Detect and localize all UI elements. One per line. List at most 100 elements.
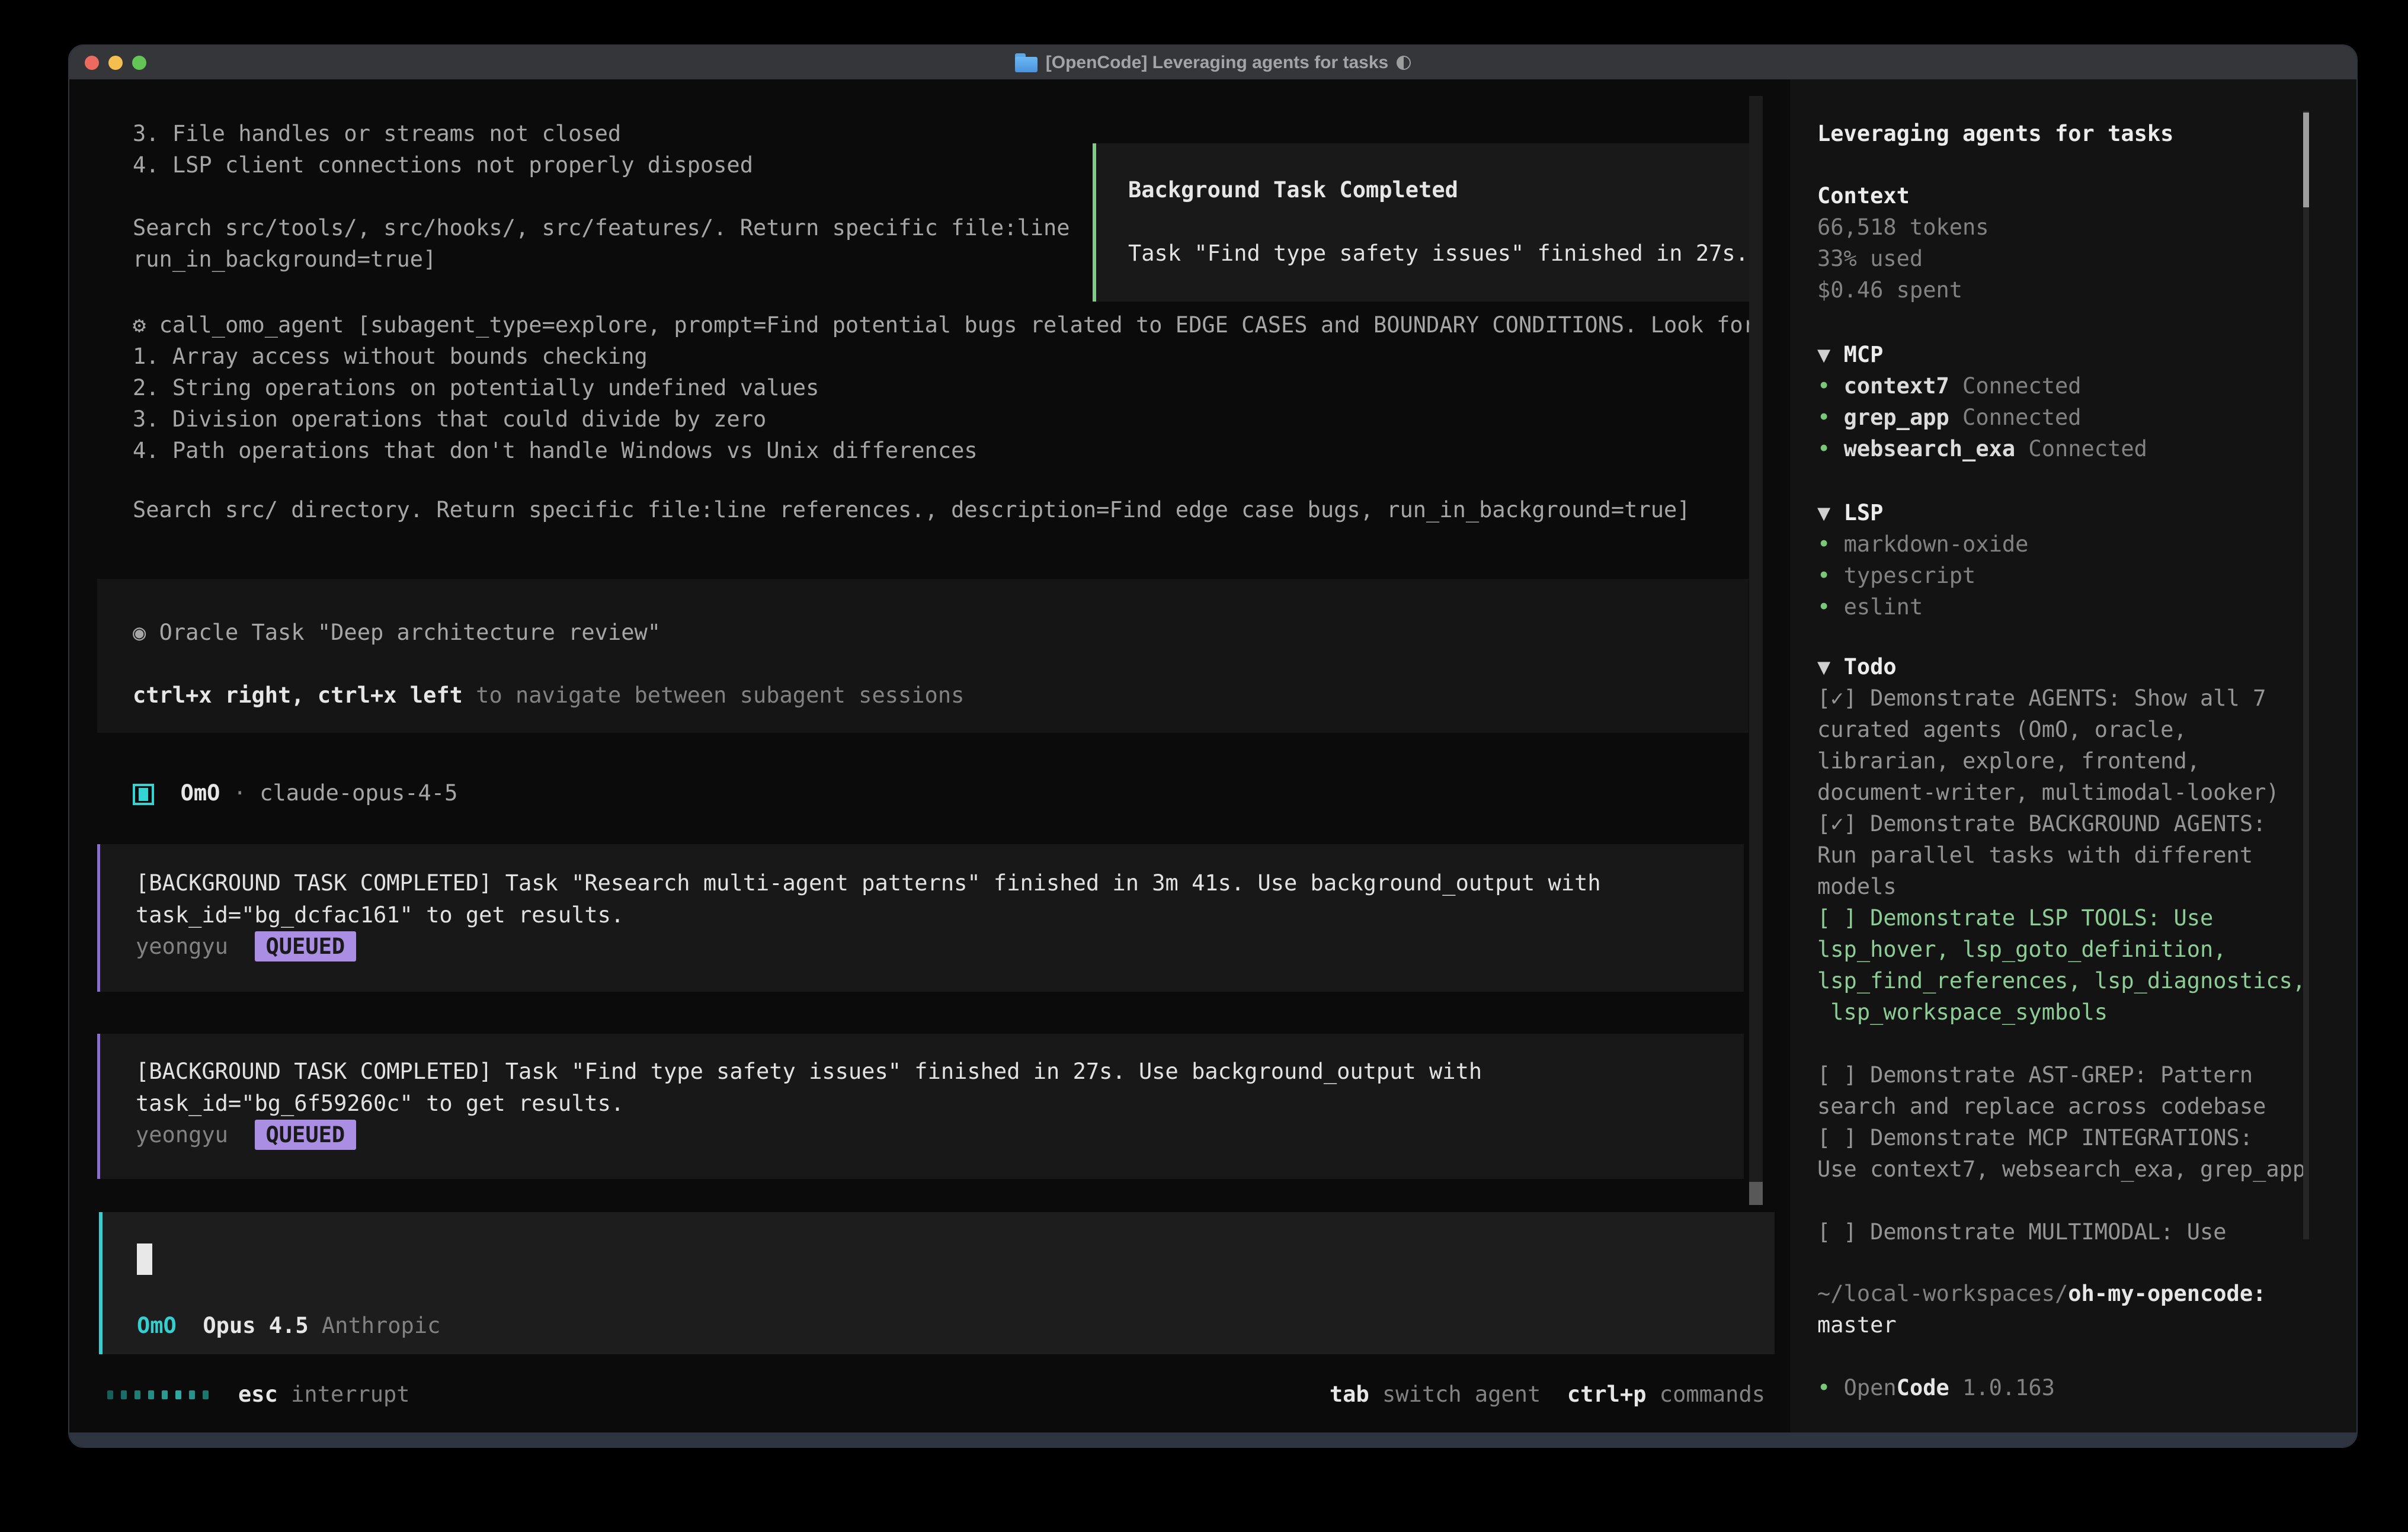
collapse-triangle-icon: ▼ xyxy=(1817,500,1844,525)
tool-call-item: 2. String operations on potentially unde… xyxy=(133,372,819,403)
tool-call-footer: Search src/ directory. Return specific f… xyxy=(133,494,1690,525)
todo-line: lsp_hover, lsp_goto_definition, xyxy=(1817,934,2227,965)
statusbar-left: esc interrupt xyxy=(238,1379,410,1410)
hint-text: to navigate between subagent sessions xyxy=(463,682,964,708)
input-footer: OmO Opus 4.5 Anthropic xyxy=(137,1310,440,1341)
window-titlebar: [OpenCode] Leveraging agents for tasks xyxy=(69,46,2356,79)
gear-icon: ⚙ xyxy=(133,312,146,338)
spinner-dot xyxy=(175,1390,181,1399)
todo-line: lsp_workspace_symbols xyxy=(1817,996,2108,1028)
tab-label: switch agent xyxy=(1369,1382,1567,1407)
ctrlp-label: commands xyxy=(1647,1382,1765,1407)
git-branch: master xyxy=(1817,1309,1897,1341)
input-agent: OmO xyxy=(137,1313,177,1338)
status-dot-icon: • xyxy=(1817,373,1844,399)
spinner-dot xyxy=(148,1390,154,1399)
agent-header: OmO · claude-opus-4-5 xyxy=(133,777,457,809)
window-bottom-strip xyxy=(69,1432,2356,1447)
scrollback-line: Search src/tools/, src/hooks/, src/featu… xyxy=(133,212,1070,243)
session-sidebar: Leveraging agents for tasks Context 66,5… xyxy=(1790,79,2356,1432)
collapse-triangle-icon: ▼ xyxy=(1817,654,1844,680)
chat-scrollbar-track[interactable] xyxy=(1749,96,1763,1205)
zoom-button[interactable] xyxy=(132,56,146,70)
scrollback-line: 4. LSP client connections not properly d… xyxy=(133,149,753,181)
todo-line: [ ] Demonstrate MULTIMODAL: Use xyxy=(1817,1216,2227,1248)
todo-line: Run parallel tasks with different xyxy=(1817,839,2253,871)
task-message: [BACKGROUND TASK COMPLETED] Task "Find t… xyxy=(97,1034,1744,1179)
tool-call-item: 3. Division operations that could divide… xyxy=(133,403,766,435)
status-dot-icon: • xyxy=(1817,405,1844,430)
scrollback-line: run_in_background=true] xyxy=(133,243,436,275)
prompt-input[interactable]: OmO Opus 4.5 Anthropic xyxy=(99,1212,1775,1354)
sidebar-scrollbar-track[interactable] xyxy=(2303,111,2309,1239)
todo-line: Use context7, websearch_exa, grep_app xyxy=(1817,1153,2305,1185)
agent-name: OmO xyxy=(181,780,220,806)
status-badge: QUEUED xyxy=(255,1120,357,1150)
mcp-item: • grep_app Connected xyxy=(1817,402,2082,433)
todo-line: librarian, explore, frontend, xyxy=(1817,745,2200,777)
input-model[interactable]: Opus 4.5 xyxy=(203,1313,308,1338)
spinner-dot xyxy=(107,1390,113,1399)
progress-spinner xyxy=(107,1387,209,1402)
lsp-item: • typescript xyxy=(1817,560,1975,591)
statusbar-right: tab switch agent ctrl+p commands xyxy=(1330,1379,1765,1410)
task-line: [BACKGROUND TASK COMPLETED] Task "Resear… xyxy=(136,867,1601,899)
spinner-dot xyxy=(203,1390,209,1399)
status-dot-icon: • xyxy=(1817,436,1844,461)
agent-square-icon xyxy=(133,784,154,805)
folder-icon xyxy=(1015,53,1038,72)
separator-dot: · xyxy=(233,780,246,806)
todo-line: curated agents (OmO, oracle, xyxy=(1817,714,2187,745)
context-heading: Context xyxy=(1817,180,1910,211)
context-tokens: 66,518 tokens xyxy=(1817,211,1989,243)
mcp-item: • context7 Connected xyxy=(1817,370,2082,402)
status-dot-icon: • xyxy=(1817,594,1844,620)
mcp-section-header[interactable]: ▼ MCP xyxy=(1817,339,1883,370)
chat-pane: 3. File handles or streams not closed 4.… xyxy=(69,79,1790,1432)
username: yeongyu xyxy=(136,934,228,959)
status-dot-icon: • xyxy=(1817,1375,1844,1400)
oracle-title: ◉ Oracle Task "Deep architecture review" xyxy=(133,617,661,648)
todo-line: search and replace across codebase xyxy=(1817,1091,2266,1122)
close-button[interactable] xyxy=(85,56,99,70)
hint-keys: ctrl+x right, ctrl+x left xyxy=(133,682,463,708)
lsp-section-header[interactable]: ▼ LSP xyxy=(1817,497,1883,528)
spinner-dot xyxy=(189,1390,195,1399)
session-title: Leveraging agents for tasks xyxy=(1817,118,2173,149)
window-title-group: [OpenCode] Leveraging agents for tasks xyxy=(1015,53,1411,73)
agent-model: claude-opus-4-5 xyxy=(260,780,457,806)
task-line: [BACKGROUND TASK COMPLETED] Task "Find t… xyxy=(136,1056,1482,1087)
todo-line: [ ] Demonstrate LSP TOOLS: Use xyxy=(1817,902,2213,934)
todo-line: lsp_find_references, lsp_diagnostics, xyxy=(1817,965,2305,996)
oracle-task-panel: ◉ Oracle Task "Deep architecture review"… xyxy=(97,579,1749,733)
desktop: [OpenCode] Leveraging agents for tasks 3… xyxy=(0,0,2408,1532)
chat-scrollbar-thumb[interactable] xyxy=(1749,1182,1763,1205)
sidebar-scrollbar-thumb[interactable] xyxy=(2303,113,2309,207)
todo-line: [ ] Demonstrate AST-GREP: Pattern xyxy=(1817,1059,2253,1091)
minimize-button[interactable] xyxy=(108,56,123,70)
session-progress-icon xyxy=(1397,56,1411,70)
context-used: 33% used xyxy=(1817,243,1923,274)
task-line: task_id="bg_6f59260c" to get results. xyxy=(136,1088,624,1119)
tool-call-item: 4. Path operations that don't handle Win… xyxy=(133,435,978,466)
task-line: task_id="bg_dcfac161" to get results. xyxy=(136,899,624,931)
toast-body: Task "Find type safety issues" finished … xyxy=(1128,238,1749,269)
todo-line: [ ] Demonstrate MCP INTEGRATIONS: xyxy=(1817,1122,2253,1153)
status-badge: QUEUED xyxy=(255,931,357,961)
task-meta: yeongyu QUEUED xyxy=(136,1119,356,1150)
lsp-item: • markdown-oxide xyxy=(1817,528,2028,560)
todo-line: [✓] Demonstrate AGENTS: Show all 7 xyxy=(1817,682,2266,714)
status-dot-icon: • xyxy=(1817,531,1844,557)
todo-section-header[interactable]: ▼ Todo xyxy=(1817,651,1897,682)
esc-label: interrupt xyxy=(278,1382,410,1407)
text-cursor xyxy=(137,1243,152,1275)
spinner-dot xyxy=(162,1390,168,1399)
task-meta: yeongyu QUEUED xyxy=(136,931,356,962)
mcp-item: • websearch_exa Connected xyxy=(1817,433,2147,464)
tool-call-item: 1. Array access without bounds checking xyxy=(133,341,648,372)
esc-key: esc xyxy=(238,1382,278,1407)
spinner-dot xyxy=(121,1390,127,1399)
todo-line: models xyxy=(1817,871,1897,902)
tab-key: tab xyxy=(1330,1382,1369,1407)
context-spent: $0.46 spent xyxy=(1817,274,1962,306)
